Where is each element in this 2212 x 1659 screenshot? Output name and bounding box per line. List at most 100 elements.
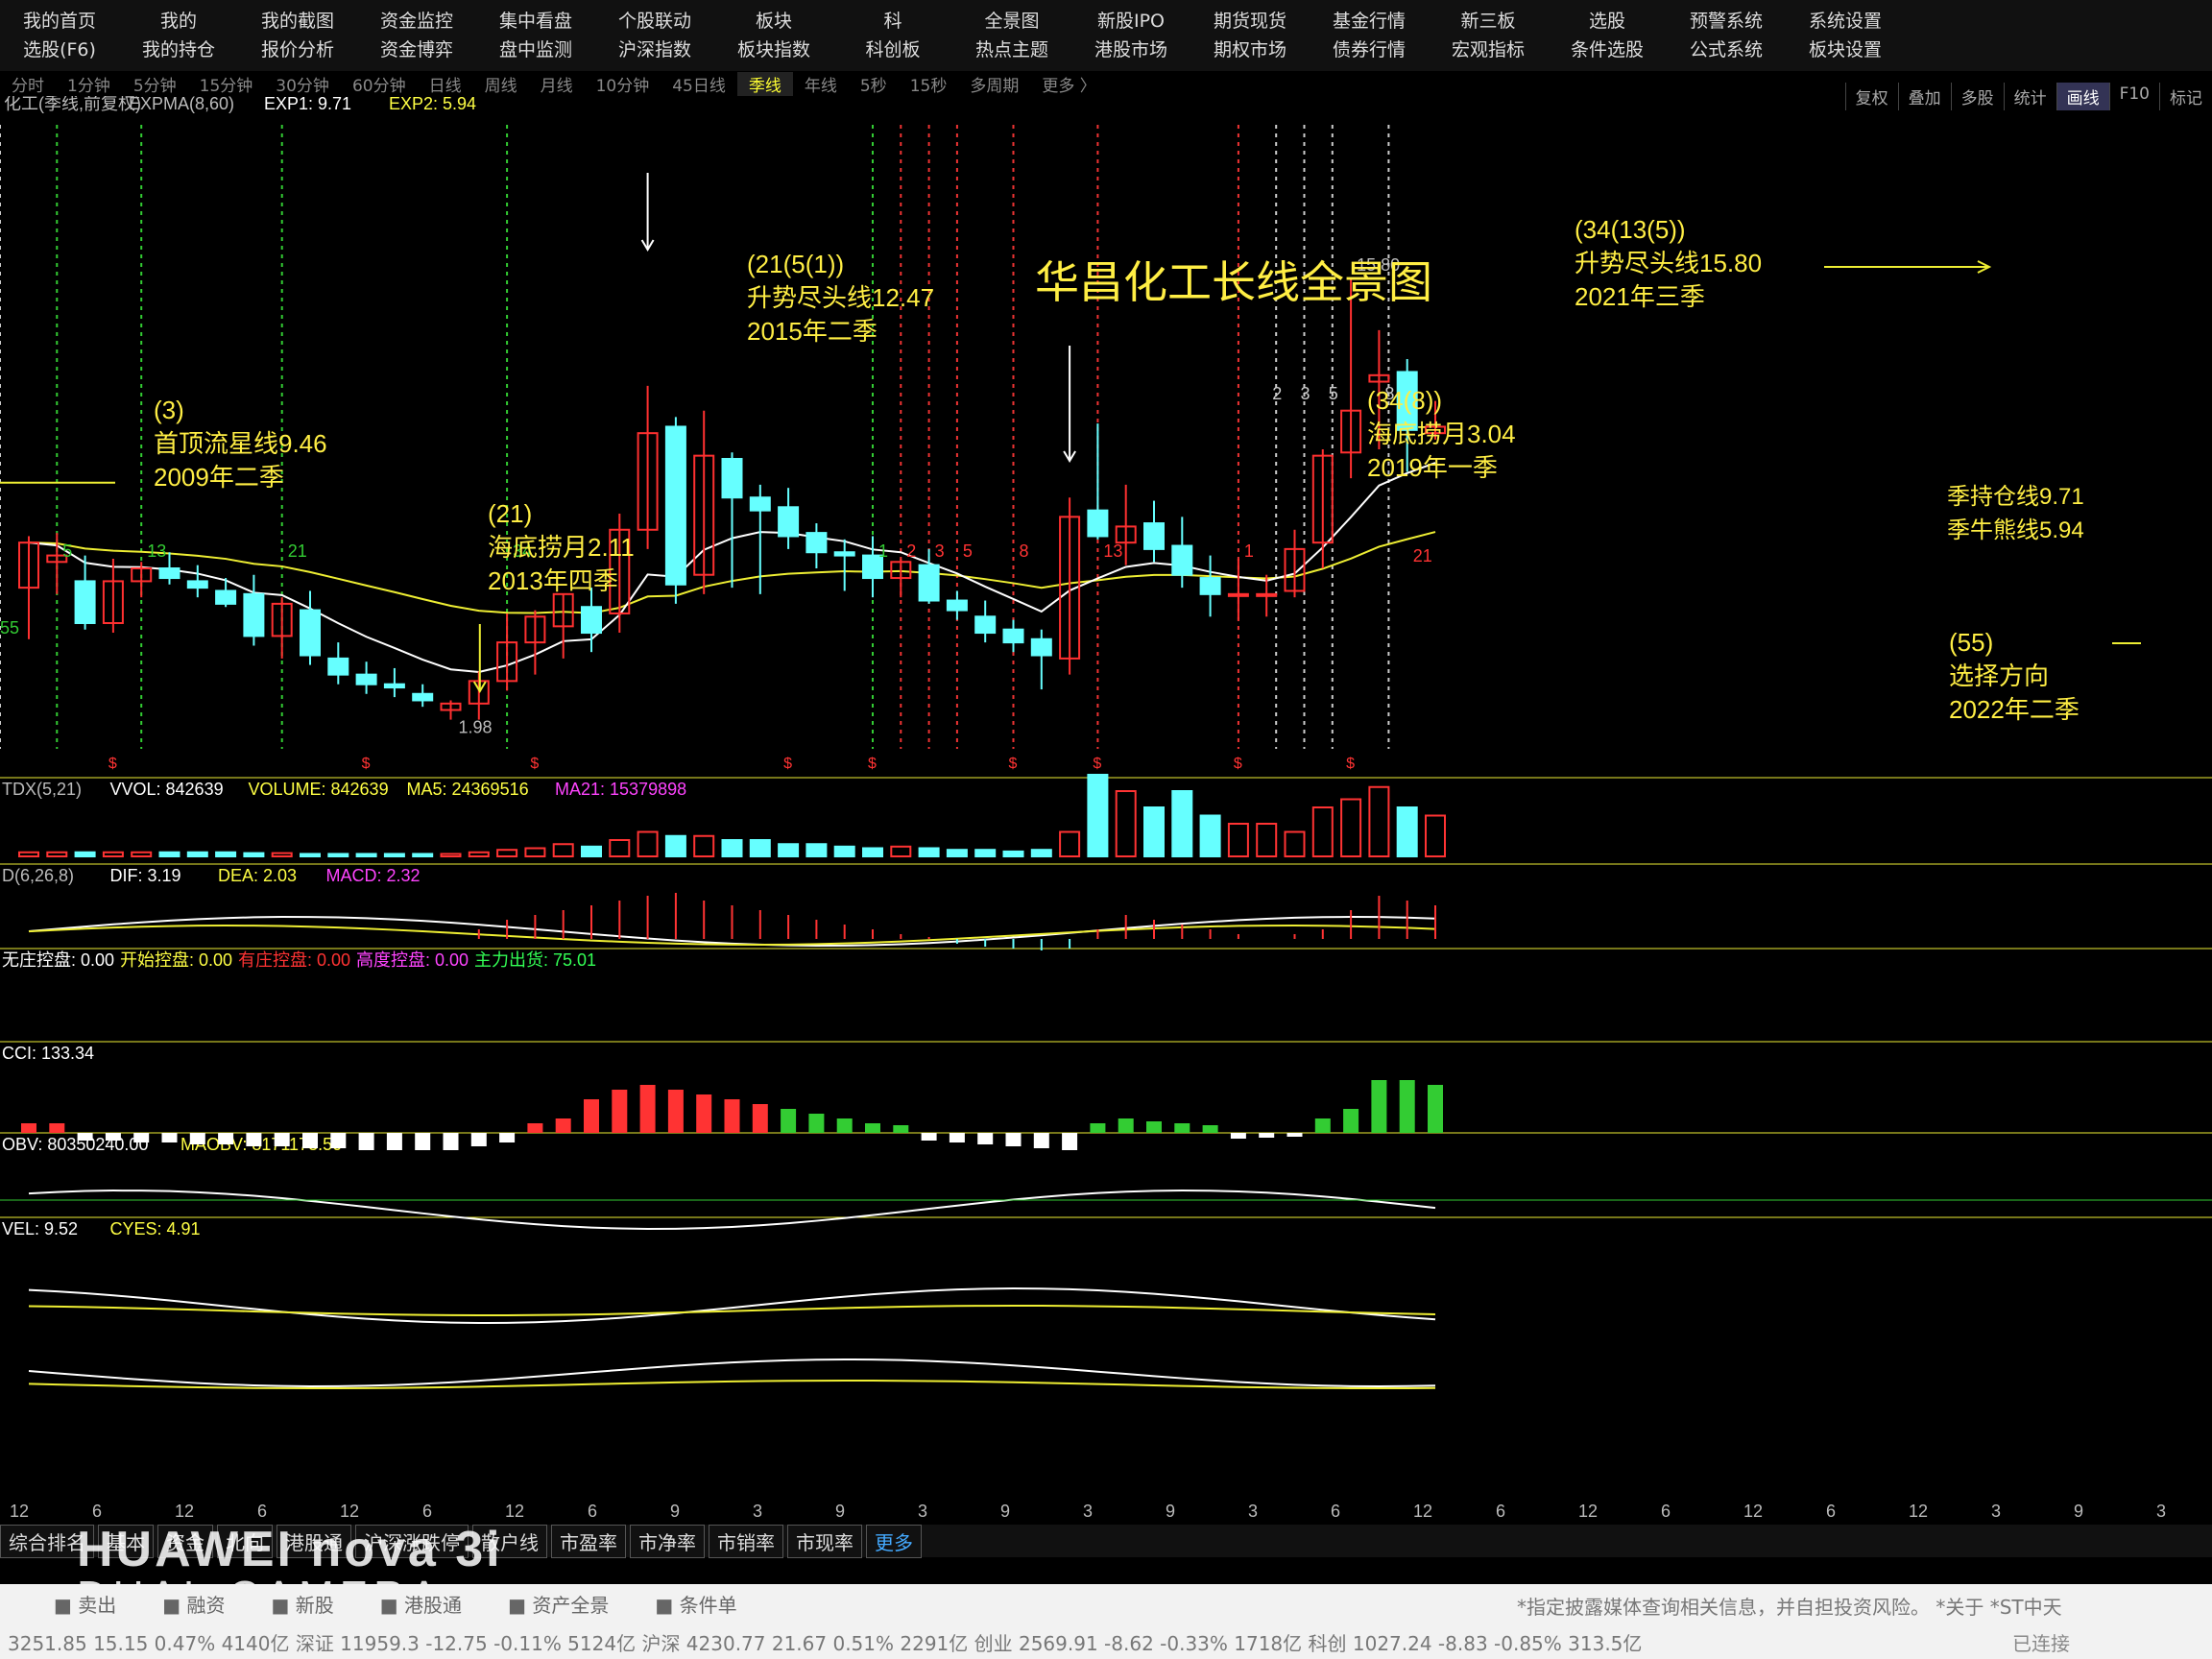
candle-body [721, 458, 743, 499]
period-tab[interactable]: 10分钟 [585, 72, 661, 96]
toolbar-button[interactable]: 我的 我的持仓 [119, 0, 238, 71]
candle-body [300, 609, 321, 657]
time-axis-label: 6 [1661, 1502, 1671, 1521]
panel-legend-item: CYES: 4.91 [110, 1219, 201, 1238]
volume-bar [271, 852, 293, 857]
bottom-link[interactable]: ■ 新股 [272, 1590, 334, 1618]
toolbar-top-label: 资金监控 [379, 11, 453, 32]
time-axis-label: 3 [1991, 1502, 2001, 1521]
time-axis-label: 6 [422, 1502, 432, 1521]
control-bar [358, 1133, 374, 1150]
toolbar-top-label: 选股 [1588, 11, 1625, 32]
price-low-label: 1.98 [459, 717, 493, 736]
period-tab[interactable]: 更多 〉 [1030, 72, 1107, 96]
volume-bar [1284, 830, 1306, 857]
toolbar-button[interactable]: 新股IPO 港股市场 [1071, 0, 1190, 71]
period-tab[interactable]: 月线 [529, 72, 585, 96]
time-axis-label: 3 [918, 1502, 927, 1521]
period-tab[interactable]: 季线 [736, 71, 793, 96]
period-tab[interactable]: 日线 [418, 72, 473, 96]
toolbar-top-label: 全景图 [984, 11, 1040, 32]
control-bar [330, 1133, 347, 1148]
period-tab[interactable]: 15分钟 [188, 72, 265, 96]
panel-legend-item: OBV: 80350240.00 [2, 1135, 148, 1154]
control-bar [1202, 1125, 1218, 1133]
bottom-link[interactable]: ■ 资产全景 [508, 1590, 609, 1618]
toolbar-bottom-label: 沪深指数 [617, 39, 691, 60]
toolbar-button[interactable]: 资金监控 资金博弈 [357, 0, 476, 71]
cycle-count-label: 2 [906, 541, 916, 561]
time-axis-label: 6 [1331, 1502, 1340, 1521]
panel-legend-item: DIF: 3.19 [110, 866, 181, 885]
time-axis-label: 12 [1578, 1502, 1598, 1521]
bottom-tab[interactable]: 市销率 [709, 1524, 783, 1558]
toolbar-top-label: 我的首页 [22, 11, 96, 32]
toolbar-bottom-label: 报价分析 [260, 39, 334, 60]
volume-bar [833, 845, 855, 857]
period-tab[interactable]: 30分钟 [264, 72, 341, 96]
bottom-link[interactable]: ■ 港股通 [380, 1590, 462, 1618]
control-bar [1371, 1080, 1387, 1133]
period-tab[interactable]: 分时 [0, 72, 56, 96]
toolbar-top-label: 集中看盘 [498, 11, 572, 32]
period-tab[interactable]: 15秒 [899, 72, 959, 96]
volume-bar [946, 849, 968, 858]
toolbar-button[interactable]: 全景图 热点主题 [952, 0, 1071, 71]
volume-bar [496, 849, 518, 858]
signal-mark: $ [1093, 756, 1101, 772]
toolbar-top-label: 我的 [159, 11, 197, 32]
toolbar-button[interactable]: 期货现货 期权市场 [1190, 0, 1310, 71]
volume-bar [637, 830, 659, 857]
bottom-tab[interactable]: 市净率 [630, 1524, 705, 1558]
bottom-tab[interactable]: 市盈率 [551, 1524, 626, 1558]
period-tab[interactable]: 周线 [473, 72, 529, 96]
time-axis-label: 12 [340, 1502, 359, 1521]
bottom-link[interactable]: ■ 融资 [162, 1590, 225, 1618]
toolbar-button[interactable]: 系统设置 板块设置 [1786, 0, 1905, 71]
bottom-link[interactable]: ■ 卖出 [54, 1590, 116, 1618]
toolbar-button[interactable]: 个股联动 沪深指数 [595, 0, 714, 71]
watermark-brand: HUAWEI nova 3i [77, 1522, 503, 1577]
obv-line [28, 1286, 1436, 1324]
period-tab[interactable]: 1分钟 [56, 72, 122, 96]
control-bar [470, 1133, 487, 1146]
volume-bar [1143, 806, 1165, 857]
toolbar-top-label: 我的截图 [260, 11, 334, 32]
time-axis-label: 3 [1248, 1502, 1258, 1521]
volume-bar [581, 845, 602, 857]
time-axis-label: 3 [2156, 1502, 2166, 1521]
cycle-count-label: 1 [878, 541, 888, 561]
control-bar [584, 1099, 599, 1133]
volume-bar [974, 849, 997, 858]
control-bar [1399, 1080, 1415, 1133]
panel-legend-item: MACD: 2.32 [326, 866, 421, 885]
toolbar-button[interactable]: 选股 条件选股 [1548, 0, 1667, 71]
period-tab[interactable]: 多周期 [958, 72, 1030, 96]
control-bar [893, 1125, 909, 1133]
toolbar-button[interactable]: 科科创板 [833, 0, 952, 71]
toolbar-button[interactable]: 板块 板块指数 [714, 0, 833, 71]
bottom-link[interactable]: ■ 条件单 [655, 1590, 736, 1618]
period-tab[interactable]: 5秒 [849, 72, 899, 96]
bottom-tab[interactable]: 更多 [866, 1524, 922, 1558]
volume-bar [1311, 806, 1334, 857]
period-tab[interactable]: 45日线 [661, 72, 737, 96]
annotation: (21(5(1)) 升势尽头线12.47 2015年二季 [747, 250, 935, 346]
period-tab[interactable]: 60分钟 [341, 72, 418, 96]
period-tab[interactable]: 年线 [793, 72, 849, 96]
period-tab[interactable]: 5分钟 [122, 72, 188, 96]
toolbar-bottom-label: 板块指数 [736, 39, 810, 60]
toolbar-button[interactable]: 集中看盘 盘中监测 [476, 0, 595, 71]
candle-body [778, 506, 800, 538]
toolbar-button[interactable]: 新三板 宏观指标 [1429, 0, 1548, 71]
volume-bar [1368, 785, 1390, 857]
toolbar-button[interactable]: 基金行情 债券行情 [1310, 0, 1429, 71]
bottom-tab[interactable]: 市现率 [787, 1524, 862, 1558]
toolbar-button[interactable]: 我的首页 选股(F6) [0, 0, 119, 71]
toolbar-button[interactable]: 预警系统 公式系统 [1667, 0, 1786, 71]
time-axis-label: 12 [10, 1502, 29, 1521]
toolbar-button[interactable]: 我的截图 报价分析 [238, 0, 357, 71]
chart-title: 华昌化工长线全景图 [1035, 257, 1432, 307]
control-bar [1428, 1085, 1443, 1133]
control-bar [696, 1094, 712, 1133]
